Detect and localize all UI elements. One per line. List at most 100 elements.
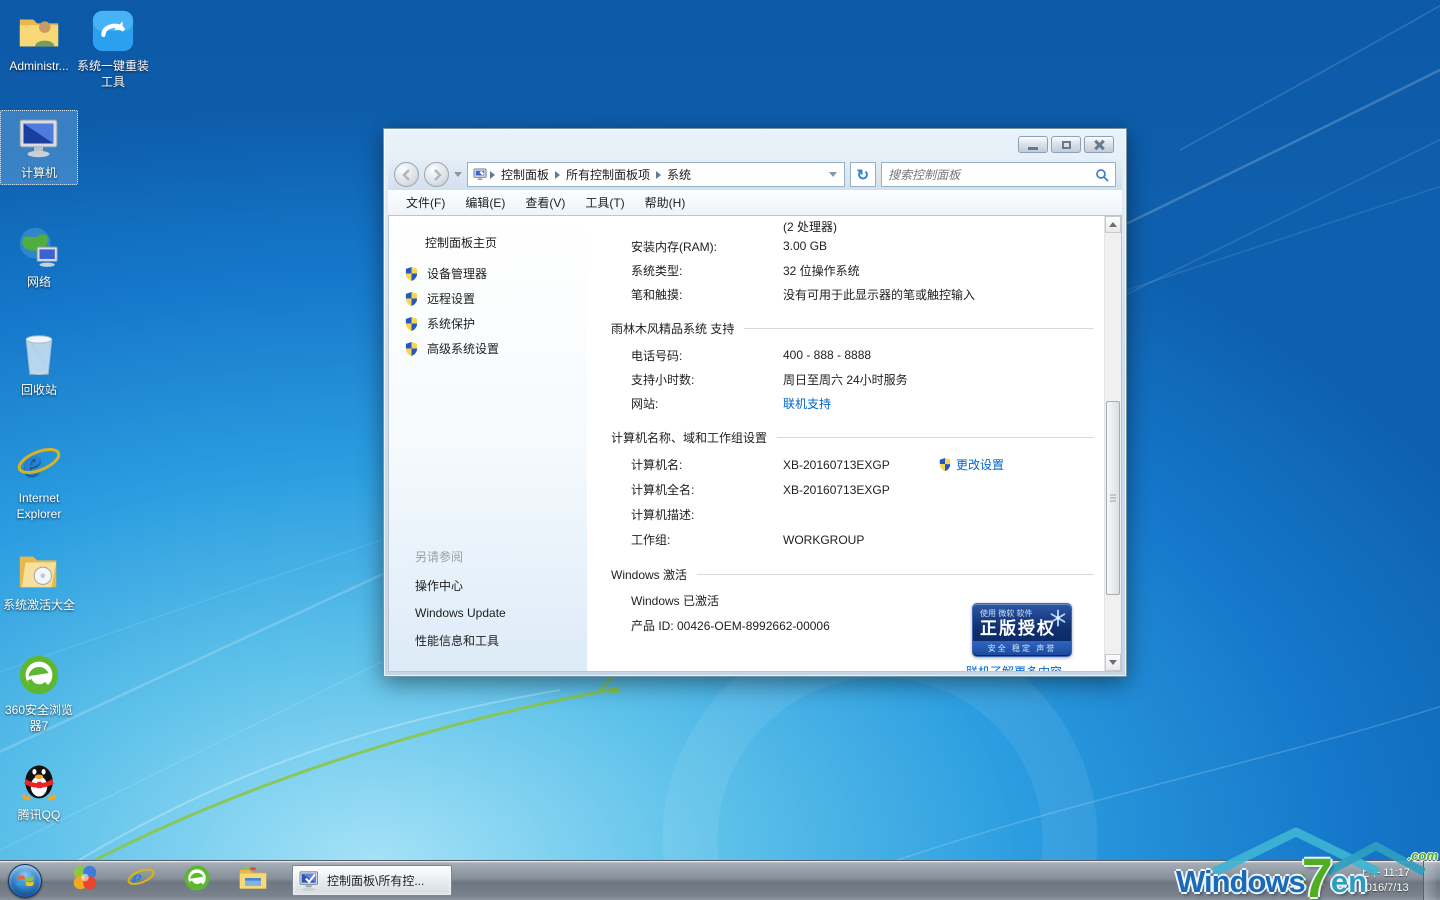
vertical-scrollbar[interactable] [1104, 216, 1121, 671]
row-value: XB-20160713EXGP [783, 482, 890, 497]
scroll-down-button[interactable] [1105, 654, 1121, 671]
desktop-icon-label: Administr... [9, 59, 69, 73]
desktop-icon-label: 系统激活大全 [2, 598, 75, 612]
desktop-icon-label: Internet Explorer [16, 491, 62, 522]
menu-tools[interactable]: 工具(T) [575, 190, 634, 215]
tray-volume-icon[interactable] [1332, 874, 1345, 887]
desktop-icon-reinstall-tool[interactable]: 系统一键重装工具 [74, 4, 152, 93]
desktop-icon-label: 系统一键重装工具 [76, 59, 149, 90]
breadcrumb-control-panel[interactable]: 控制面板 [497, 166, 553, 183]
uac-shield-icon [405, 291, 418, 306]
change-settings-link[interactable]: 更改设置 [938, 456, 1004, 473]
sidebar-item-action-center[interactable]: 操作中心 [389, 571, 587, 600]
support-row-website: 网站: 联机支持 [611, 391, 1094, 415]
history-dropdown-icon[interactable] [454, 172, 462, 177]
desktop-icon-administrator[interactable]: Administr... [0, 4, 78, 77]
taskbar-clock[interactable]: 上午 11:17 2016/7/13 [1358, 866, 1410, 895]
breadcrumb-all-items[interactable]: 所有控制面板项 [562, 166, 654, 183]
scrollbar-track[interactable] [1105, 233, 1121, 654]
minimize-button[interactable] [1018, 136, 1048, 153]
learn-more-link[interactable]: 联机了解更多内容... [966, 663, 1072, 671]
desktop-icon-label: 回收站 [20, 383, 57, 397]
sidebar-item-advanced-settings[interactable]: 高级系统设置 [389, 336, 587, 361]
online-support-link[interactable]: 联机支持 [783, 395, 831, 412]
desktop-icon-360-browser[interactable]: 360安全浏览器7 [0, 648, 78, 737]
sidebar-item-label: 高级系统设置 [427, 342, 500, 356]
genuine-software-badge[interactable]: 使用 微软 软件 正版授权 安全 稳定 声誉 [972, 603, 1072, 657]
computer-row-name: 计算机名: XB-20160713EXGP 更改设置 [611, 452, 1094, 477]
desktop-icon-network[interactable]: 网络 [0, 220, 78, 293]
desktop-icon-label: 360安全浏览器7 [4, 703, 74, 734]
sidebar-item-device-manager[interactable]: 设备管理器 [389, 261, 587, 286]
pinwheel-app-icon[interactable] [70, 863, 100, 898]
menu-view[interactable]: 查看(V) [515, 190, 575, 215]
sidebar-item-system-protection[interactable]: 系统保护 [389, 311, 587, 336]
tray-alert-icon[interactable] [1312, 874, 1325, 887]
search-input[interactable] [888, 167, 1095, 182]
row-label: 电话号码: [631, 348, 683, 363]
forward-button[interactable] [424, 162, 449, 187]
search-box[interactable] [881, 162, 1116, 187]
scrollbar-grip-icon [1110, 494, 1116, 502]
window-client-area: 控制面板主页 设备管理器 远程设置 系统保护 高级系统设置 另请参阅 操作中心 … [388, 215, 1122, 672]
reinstall-tool-icon [89, 7, 137, 55]
maximize-icon [1061, 140, 1071, 149]
back-button[interactable] [394, 162, 419, 187]
computer-row-description: 计算机描述: [611, 502, 1094, 527]
menu-edit[interactable]: 编辑(E) [455, 190, 515, 215]
address-dropdown-icon[interactable] [828, 172, 837, 177]
start-button[interactable] [8, 863, 42, 898]
computer-name-section-header: 计算机名称、域和工作组设置 [611, 426, 1094, 448]
section-title: 计算机名称、域和工作组设置 [611, 430, 768, 445]
row-label: 支持小时数: [631, 372, 695, 387]
desktop-icon-activation-folder[interactable]: 系统激活大全 [0, 543, 78, 616]
change-settings-label: 更改设置 [955, 458, 1004, 472]
uac-shield-icon [939, 457, 951, 472]
360-browser-taskbar-icon[interactable] [182, 863, 212, 898]
internet-explorer-taskbar-icon[interactable]: e [126, 863, 156, 898]
support-row-phone: 电话号码: 400 - 888 - 8888 [611, 343, 1094, 367]
windows-flag-icon [16, 875, 34, 887]
menu-file[interactable]: 文件(F) [396, 190, 455, 215]
show-desktop-button[interactable] [1423, 860, 1436, 900]
sidebar-item-label: 远程设置 [427, 292, 476, 306]
row-value: XB-20160713EXGP [783, 457, 890, 472]
menu-help[interactable]: 帮助(H) [635, 190, 696, 215]
close-button[interactable] [1084, 136, 1114, 153]
row-label: 工作组: [631, 533, 671, 547]
processor-tail: (2 处理器) [783, 219, 838, 234]
windows-explorer-icon[interactable] [238, 864, 268, 897]
section-title: Windows 激活 [611, 567, 688, 582]
sidebar-item-performance-tools[interactable]: 性能信息和工具 [389, 626, 587, 655]
sidebar-item-control-panel-home[interactable]: 控制面板主页 [389, 216, 587, 261]
row-label: 计算机描述: [631, 508, 695, 522]
sidebar-item-label: 系统保护 [427, 317, 476, 331]
recycle-bin-icon [15, 331, 63, 379]
desktop-icon-recycle-bin[interactable]: 回收站 [0, 328, 78, 401]
minimize-icon [1028, 146, 1038, 150]
sidebar-see-also: 另请参阅 操作中心 Windows Update 性能信息和工具 [389, 542, 587, 655]
maximize-button[interactable] [1051, 136, 1081, 153]
info-row-ram: 安装内存(RAM): 3.00 GB [611, 234, 1094, 258]
row-label: 网站: [631, 396, 659, 411]
scroll-up-button[interactable] [1105, 216, 1121, 233]
row-label: 计算机名: [631, 458, 683, 472]
uac-shield-icon [405, 266, 418, 281]
desktop-icon-internet-explorer[interactable]: e Internet Explorer [0, 436, 78, 525]
sidebar: 控制面板主页 设备管理器 远程设置 系统保护 高级系统设置 另请参阅 操作中心 … [389, 216, 587, 671]
system-info-panel: (2 处理器) 安装内存(RAM): 3.00 GB 系统类型: 32 位操作系… [587, 216, 1104, 671]
address-bar[interactable]: 控制面板 所有控制面板项 系统 [467, 162, 845, 187]
sidebar-item-label: 设备管理器 [427, 267, 488, 281]
scrollbar-thumb[interactable] [1106, 401, 1120, 596]
desktop-icon-tencent-qq[interactable]: 腾讯QQ [0, 753, 78, 826]
sidebar-item-remote-settings[interactable]: 远程设置 [389, 286, 587, 311]
tray-360-icon[interactable] [1292, 874, 1306, 887]
desktop-icon-computer[interactable]: 计算机 [0, 110, 78, 186]
row-value: 周日至周六 24小时服务 [783, 372, 908, 387]
taskbar-active-task[interactable]: 控制面板\所有控... [292, 865, 452, 896]
breadcrumb-system[interactable]: 系统 [663, 166, 695, 183]
sidebar-item-windows-update[interactable]: Windows Update [389, 600, 587, 626]
forward-arrow-icon [433, 168, 442, 181]
refresh-button[interactable]: ↻ [849, 162, 877, 187]
taskbar-pinned-icons: e [70, 863, 268, 898]
